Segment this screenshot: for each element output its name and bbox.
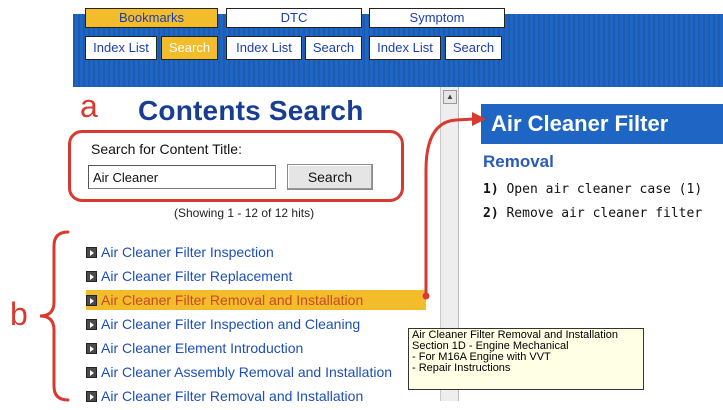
document-icon xyxy=(86,367,97,378)
document-icon xyxy=(86,295,97,306)
annotation-brace xyxy=(39,230,70,402)
result-item[interactable]: Air Cleaner Assembly Removal and Install… xyxy=(86,362,431,382)
manual-viewer-window: Bookmarks DTC Symptom Index List Search … xyxy=(0,0,723,404)
search-hit-count: (Showing 1 - 12 of 12 hits) xyxy=(174,206,315,220)
document-icon xyxy=(86,343,97,354)
tab-bookmarks[interactable]: Bookmarks xyxy=(85,8,218,28)
result-label: Air Cleaner Element Introduction xyxy=(101,340,304,356)
content-section-heading: Removal xyxy=(483,152,554,171)
step-text: Open air cleaner case (1) xyxy=(506,182,703,197)
result-label: Air Cleaner Filter Replacement xyxy=(101,268,293,284)
document-icon xyxy=(86,247,97,258)
annotation-label-a: a xyxy=(80,88,98,124)
result-label: Air Cleaner Filter Inspection xyxy=(101,244,274,260)
step-text: Remove air cleaner filter xyxy=(506,206,703,221)
result-tooltip: Air Cleaner Filter Removal and Installat… xyxy=(408,328,644,390)
search-button[interactable]: Search xyxy=(287,164,373,190)
search-input[interactable] xyxy=(88,165,276,189)
result-label: Air Cleaner Filter Removal and Installat… xyxy=(101,292,364,308)
content-step: 2) Remove air cleaner filter xyxy=(483,206,702,222)
subtab-bookmarks-index-list[interactable]: Index List xyxy=(85,36,157,60)
result-item[interactable]: Air Cleaner Filter Inspection xyxy=(86,242,431,262)
subtab-bookmarks-search[interactable]: Search xyxy=(161,36,218,60)
annotation-label-b: b xyxy=(10,296,28,332)
tooltip-line: - Repair Instructions xyxy=(412,362,511,374)
result-item[interactable]: Air Cleaner Filter Inspection and Cleani… xyxy=(86,314,431,334)
subtab-dtc-search[interactable]: Search xyxy=(305,36,362,60)
document-icon xyxy=(86,271,97,282)
document-icon xyxy=(86,319,97,330)
subtab-dtc-index-list[interactable]: Index List xyxy=(226,36,302,60)
result-label: Air Cleaner Filter Removal and Installat… xyxy=(101,388,364,404)
scroll-up-arrow-icon[interactable]: ▲ xyxy=(443,90,457,104)
result-item[interactable]: Air Cleaner Element Introduction xyxy=(86,338,431,358)
subtab-symptom-index-list[interactable]: Index List xyxy=(369,36,441,60)
step-number: 1) xyxy=(483,182,499,197)
result-label: Air Cleaner Filter Inspection and Cleani… xyxy=(101,316,361,332)
result-item[interactable]: Air Cleaner Filter Replacement xyxy=(86,266,431,286)
step-number: 2) xyxy=(483,206,499,221)
content-step: 1) Open air cleaner case (1) xyxy=(483,182,702,198)
subtab-symptom-search[interactable]: Search xyxy=(445,36,502,60)
search-results-list: Air Cleaner Filter Inspection Air Cleane… xyxy=(86,242,431,410)
search-field-label: Search for Content Title: xyxy=(91,141,242,157)
tab-symptom[interactable]: Symptom xyxy=(369,8,505,28)
result-label: Air Cleaner Assembly Removal and Install… xyxy=(101,364,393,380)
tab-dtc[interactable]: DTC xyxy=(226,8,362,28)
page-title: Contents Search xyxy=(138,95,364,126)
document-icon xyxy=(86,391,97,402)
result-item-selected[interactable]: Air Cleaner Filter Removal and Installat… xyxy=(86,290,426,310)
content-title: Air Cleaner Filter xyxy=(481,104,723,144)
result-item[interactable]: Air Cleaner Filter Removal and Installat… xyxy=(86,386,431,406)
